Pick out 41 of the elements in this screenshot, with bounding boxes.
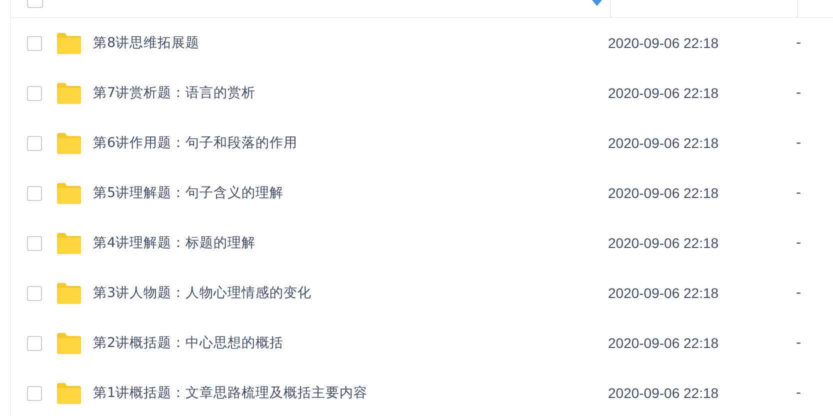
file-name[interactable]: 第1讲概括题：文章思路梳理及概括主要内容 xyxy=(93,384,608,402)
file-size: - xyxy=(796,185,802,201)
file-size: - xyxy=(796,85,802,101)
folder-icon xyxy=(56,82,81,104)
file-size: - xyxy=(796,335,802,351)
file-size: - xyxy=(796,385,802,401)
folder-icon xyxy=(56,182,81,204)
row-checkbox[interactable] xyxy=(27,36,42,50)
modified-time: 2020-09-06 22:18 xyxy=(608,385,720,401)
file-size: - xyxy=(796,235,802,251)
row-checkbox[interactable] xyxy=(27,86,42,100)
folder-icon xyxy=(56,32,81,54)
file-name[interactable]: 第3讲人物题：人物心理情感的变化 xyxy=(93,284,608,302)
row-checkbox[interactable] xyxy=(27,136,42,150)
file-size: - xyxy=(796,35,802,51)
file-size: - xyxy=(796,135,802,151)
modified-time: 2020-09-06 22:18 xyxy=(608,285,720,301)
row-checkbox[interactable] xyxy=(27,186,42,200)
folder-icon xyxy=(56,282,81,304)
folder-icon xyxy=(56,132,81,154)
row-checkbox[interactable] xyxy=(27,286,42,300)
modified-time: 2020-09-06 22:18 xyxy=(608,35,720,51)
file-name[interactable]: 第2讲概括题：中心思想的概括 xyxy=(93,334,608,352)
modified-time: 2020-09-06 22:18 xyxy=(608,335,720,351)
row-checkbox[interactable] xyxy=(27,386,42,400)
file-name[interactable]: 第6讲作用题：句子和段落的作用 xyxy=(93,134,608,152)
file-name[interactable]: 第7讲赏析题：语言的赏析 xyxy=(93,84,608,102)
modified-time: 2020-09-06 22:18 xyxy=(608,235,720,251)
folder-icon xyxy=(56,232,81,254)
row-checkbox[interactable] xyxy=(27,336,42,350)
file-name[interactable]: 第5讲理解题：句子含义的理解 xyxy=(93,184,608,202)
row-checkbox[interactable] xyxy=(27,236,42,250)
file-name[interactable]: 第4讲理解题：标题的理解 xyxy=(93,234,608,252)
modified-time: 2020-09-06 22:18 xyxy=(608,135,720,151)
file-name[interactable]: 第8讲思维拓展题 xyxy=(93,34,608,52)
folder-icon xyxy=(56,332,81,354)
modified-time: 2020-09-06 22:18 xyxy=(608,85,720,101)
file-size: - xyxy=(796,285,802,301)
modified-time: 2020-09-06 22:18 xyxy=(608,185,720,201)
sort-arrow-icon[interactable] xyxy=(592,0,602,6)
folder-icon xyxy=(56,382,81,404)
